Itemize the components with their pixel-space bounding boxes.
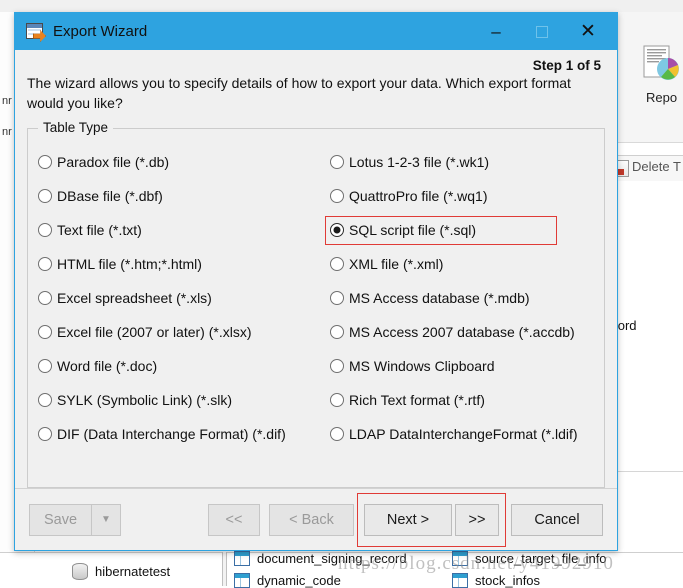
close-icon[interactable]: ✕ — [565, 13, 611, 50]
dialog-body: Step 1 of 5 The wizard allows you to spe… — [15, 50, 617, 488]
database-icon — [72, 563, 88, 580]
radio-quattropro-file[interactable]: QuattroPro file (*.wq1) — [330, 179, 594, 213]
wizard-navigation: << < Back Next > >> Cancel — [208, 492, 603, 547]
radio-icon — [38, 358, 52, 373]
radio-ldap-dif[interactable]: LDAP DataInterchangeFormat (*.ldif) — [330, 417, 594, 451]
next-button[interactable]: Next > — [364, 503, 452, 536]
save-button[interactable]: Save — [29, 503, 91, 536]
sidebar-text-fragment-2: nr — [2, 126, 12, 138]
next-button-highlight: Next > >> — [357, 492, 511, 547]
export-wizard-icon — [26, 23, 46, 42]
radio-icon — [38, 392, 52, 407]
radio-icon — [330, 188, 344, 203]
radio-excel-2007-file[interactable]: Excel file (2007 or later) (*.xlsx) — [38, 315, 330, 349]
radio-dbase-file[interactable]: DBase file (*.dbf) — [38, 179, 330, 213]
radio-sylk-file[interactable]: SYLK (Symbolic Link) (*.slk) — [38, 383, 330, 417]
maximize-icon[interactable] — [519, 13, 565, 50]
radio-label: LDAP DataInterchangeFormat (*.ldif) — [349, 425, 578, 442]
radio-lotus-file[interactable]: Lotus 1-2-3 file (*.wk1) — [330, 145, 594, 179]
groupbox-title: Table Type — [38, 119, 114, 135]
delete-table-label: Delete T — [632, 159, 681, 174]
radio-ms-windows-clipboard[interactable]: MS Windows Clipboard — [330, 349, 594, 383]
radio-excel-spreadsheet[interactable]: Excel spreadsheet (*.xls) — [38, 281, 330, 315]
radio-label: Paradox file (*.db) — [57, 153, 170, 170]
radio-label: DBase file (*.dbf) — [57, 187, 163, 204]
radio-icon — [330, 426, 344, 441]
radio-icon — [38, 154, 52, 169]
list-item[interactable]: source_target_file_info — [452, 551, 607, 566]
radio-paradox-file[interactable]: Paradox file (*.db) — [38, 145, 330, 179]
radio-icon — [330, 256, 344, 271]
radio-label: Word file (*.doc) — [57, 357, 158, 374]
radio-icon — [38, 188, 52, 203]
radio-icon-selected — [330, 222, 344, 237]
export-wizard-dialog: Export Wizard – ✕ Step 1 of 5 The wizard… — [14, 12, 618, 551]
minimize-icon[interactable]: – — [473, 13, 519, 50]
radio-ms-access-database[interactable]: MS Access database (*.mdb) — [330, 281, 594, 315]
radio-label: MS Access database (*.mdb) — [349, 289, 530, 306]
radio-dif-file[interactable]: DIF (Data Interchange Format) (*.dif) — [38, 417, 330, 451]
panel-divider — [222, 552, 227, 586]
report-chart-icon[interactable] — [642, 45, 682, 83]
back-button[interactable]: < Back — [269, 503, 354, 536]
radio-label: QuattroPro file (*.wq1) — [349, 187, 488, 204]
table-icon — [452, 551, 468, 566]
radio-icon — [330, 324, 344, 339]
report-button-label: Repo — [646, 90, 678, 105]
radio-label: HTML file (*.htm;*.html) — [57, 255, 202, 272]
step-indicator: Step 1 of 5 — [532, 58, 601, 73]
radio-label: Text file (*.txt) — [57, 221, 142, 238]
first-step-button[interactable]: << — [208, 503, 260, 536]
radio-rich-text-format[interactable]: Rich Text format (*.rtf) — [330, 383, 594, 417]
radio-label: MS Windows Clipboard — [349, 357, 495, 374]
dialog-description: The wizard allows you to specify details… — [27, 75, 571, 111]
radio-label: SYLK (Symbolic Link) (*.slk) — [57, 391, 233, 408]
radio-icon — [38, 324, 52, 339]
radio-label: SQL script file (*.sql) — [349, 221, 477, 238]
save-split-button[interactable]: Save ▼ — [29, 503, 121, 536]
radio-icon — [38, 256, 52, 271]
radio-icon — [38, 290, 52, 305]
table-name: source_target_file_info — [475, 551, 607, 566]
radio-icon — [330, 154, 344, 169]
radio-icon — [330, 290, 344, 305]
table-type-radio-grid: Paradox file (*.db) Lotus 1-2-3 file (*.… — [38, 145, 594, 479]
radio-icon — [38, 426, 52, 441]
cancel-button[interactable]: Cancel — [511, 503, 603, 536]
table-name: document_signing_record — [257, 551, 407, 566]
radio-icon — [330, 392, 344, 407]
radio-icon — [38, 222, 52, 237]
radio-ms-access-2007-database[interactable]: MS Access 2007 database (*.accdb) — [330, 315, 594, 349]
table-type-groupbox: Table Type Paradox file (*.db) Lotus 1-2… — [27, 119, 605, 488]
window-controls: – ✕ — [473, 13, 617, 50]
radio-label: XML file (*.xml) — [349, 255, 444, 272]
dialog-footer: Save ▼ << < Back Next > >> Cancel — [15, 488, 617, 550]
dialog-titlebar[interactable]: Export Wizard – ✕ — [15, 13, 617, 50]
radio-label: Rich Text format (*.rtf) — [349, 391, 485, 408]
radio-xml-file[interactable]: XML file (*.xml) — [330, 247, 594, 281]
dialog-title: Export Wizard — [53, 23, 148, 40]
screen: nr nr Repo Delete T ecord d — [0, 0, 683, 588]
list-item[interactable]: hibernatetest — [72, 563, 170, 580]
chevron-down-icon[interactable]: ▼ — [91, 503, 121, 536]
radio-label: DIF (Data Interchange Format) (*.dif) — [57, 425, 286, 442]
radio-html-file[interactable]: HTML file (*.htm;*.html) — [38, 247, 330, 281]
database-name: hibernatetest — [95, 564, 171, 579]
sidebar-text-fragment-1: nr — [2, 95, 12, 107]
radio-word-file[interactable]: Word file (*.doc) — [38, 349, 330, 383]
last-step-button[interactable]: >> — [455, 503, 499, 536]
radio-label: Lotus 1-2-3 file (*.wk1) — [349, 153, 490, 170]
radio-icon — [330, 358, 344, 373]
radio-label: MS Access 2007 database (*.accdb) — [349, 323, 575, 340]
radio-text-file[interactable]: Text file (*.txt) — [38, 213, 330, 247]
radio-label: Excel spreadsheet (*.xls) — [57, 289, 212, 306]
table-icon — [234, 551, 250, 566]
radio-label: Excel file (2007 or later) (*.xlsx) — [57, 323, 252, 340]
list-item[interactable]: document_signing_record — [234, 551, 407, 566]
radio-sql-script-file[interactable]: SQL script file (*.sql) — [325, 213, 594, 247]
